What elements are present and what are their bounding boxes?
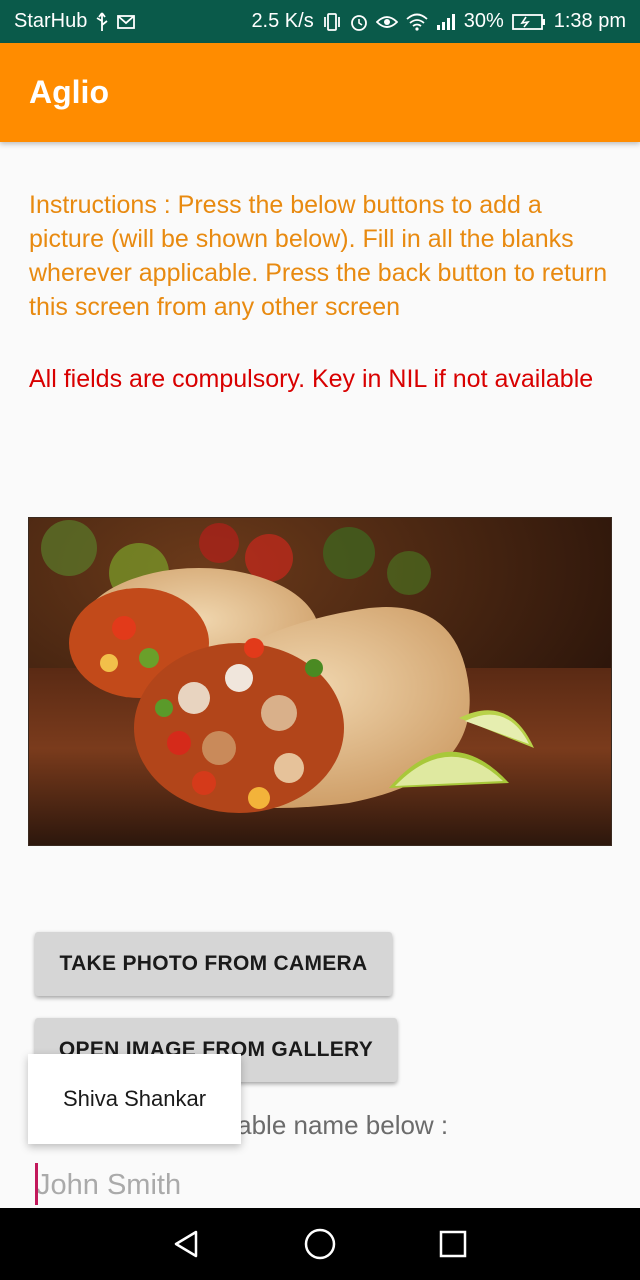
signal-icon	[436, 13, 456, 31]
clock: 1:38 pm	[553, 10, 626, 32]
app-bar: Aglio	[0, 43, 640, 142]
system-nav-bar	[0, 1208, 640, 1280]
compulsory-warning: All fields are compulsory. Key in NIL if…	[29, 365, 594, 393]
selected-food-image	[28, 517, 612, 846]
vibrate-icon	[322, 12, 342, 31]
status-bar-right: 2.5 K/s 30% 1:38 pm	[251, 10, 626, 33]
back-nav-icon[interactable]	[157, 1214, 217, 1274]
instructions-text: Instructions : Press the below buttons t…	[29, 191, 608, 321]
app-title: Aglio	[29, 74, 109, 110]
home-nav-icon[interactable]	[290, 1214, 350, 1274]
name-input[interactable]	[29, 1160, 611, 1210]
status-bar: StarHub 2.5 K/s 30% 1:38 pm	[0, 0, 640, 43]
recents-nav-icon[interactable]	[423, 1214, 483, 1274]
take-photo-button[interactable]: TAKE PHOTO FROM CAMERA	[35, 932, 392, 996]
wifi-icon	[406, 13, 428, 31]
network-speed: 2.5 K/s	[251, 10, 314, 32]
mail-icon	[117, 14, 136, 29]
usb-icon	[95, 11, 109, 32]
carrier-name: StarHub	[14, 10, 88, 32]
eye-comfort-icon	[375, 15, 398, 29]
status-bar-left: StarHub	[14, 10, 136, 33]
alarm-icon	[350, 13, 368, 31]
text-cursor	[35, 1163, 38, 1205]
battery-icon	[511, 13, 546, 31]
battery-percent: 30%	[463, 10, 504, 32]
autocomplete-suggestion[interactable]: Shiva Shankar	[28, 1054, 241, 1144]
